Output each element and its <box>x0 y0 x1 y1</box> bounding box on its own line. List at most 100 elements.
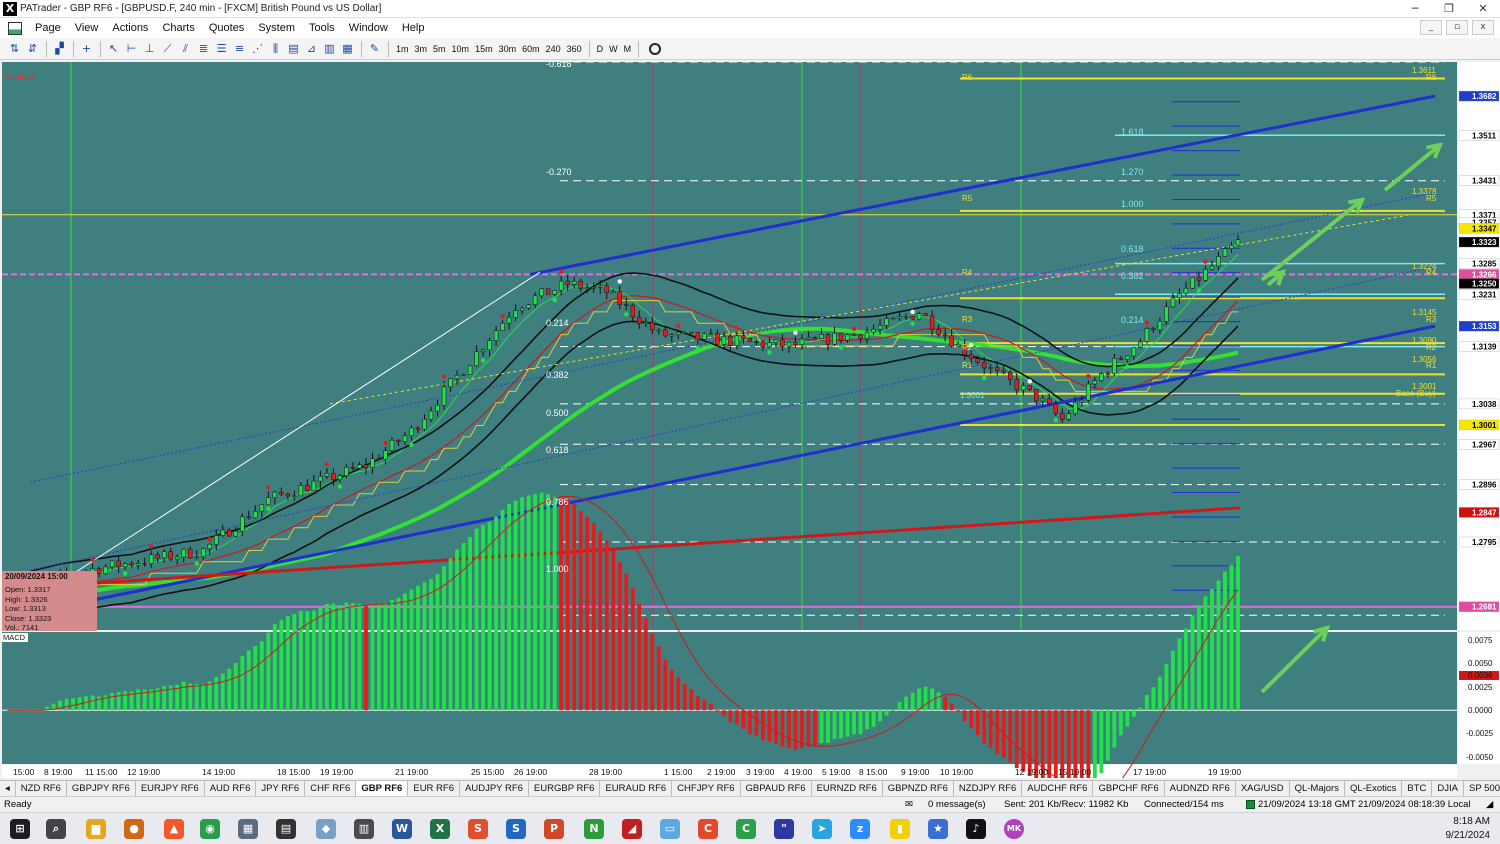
candle-body[interactable] <box>487 340 492 351</box>
candle-body[interactable] <box>702 333 707 340</box>
candle-body[interactable] <box>910 316 915 320</box>
status-messages[interactable]: 0 message(s) <box>928 797 986 813</box>
symbol-tab[interactable]: NZD RF6 <box>16 781 67 796</box>
candle-body[interactable] <box>1040 398 1045 402</box>
timeframe-360[interactable]: 360 <box>564 44 585 54</box>
candle-body[interactable] <box>1086 383 1091 401</box>
candle-body[interactable] <box>786 341 792 347</box>
symbol-tab[interactable]: AUDCHF RF6 <box>1022 781 1094 796</box>
timeframe-5m[interactable]: 5m <box>430 44 449 54</box>
candle-body[interactable] <box>357 464 362 469</box>
levels-icon[interactable]: ▤ <box>285 41 302 57</box>
candle-body[interactable] <box>1027 385 1032 390</box>
candle-body[interactable] <box>851 334 857 336</box>
timeframe-3m[interactable]: 3m <box>412 44 431 54</box>
pen-icon[interactable]: ✎ <box>366 41 383 57</box>
symbol-tab[interactable]: NZDJPY RF6 <box>954 781 1023 796</box>
candle-body[interactable] <box>1229 244 1234 249</box>
timeframe-daily[interactable]: D <box>594 44 607 54</box>
clock-icon[interactable] <box>649 42 662 55</box>
symbol-tab[interactable]: QL-Exotics <box>1345 781 1403 796</box>
candle-body[interactable] <box>832 332 837 345</box>
candle-body[interactable] <box>643 322 648 324</box>
candle-body[interactable] <box>995 367 1000 371</box>
candle-body[interactable] <box>1073 401 1078 414</box>
candle-body[interactable] <box>747 338 753 342</box>
text-icon[interactable]: ▦ <box>339 41 356 57</box>
favorites-icon[interactable]: ★ <box>928 819 948 839</box>
timeframe-15m[interactable]: 15m <box>472 44 496 54</box>
symbol-tab[interactable]: GBP RF6 <box>356 781 409 796</box>
symbol-tab[interactable]: QL-Majors <box>1290 781 1345 796</box>
candle-body[interactable] <box>890 317 896 320</box>
timeframe-30m[interactable]: 30m <box>496 44 520 54</box>
candle-body[interactable] <box>981 362 987 369</box>
candle-body[interactable] <box>1105 373 1111 375</box>
candle-body[interactable] <box>916 313 922 320</box>
close-button[interactable]: ✕ <box>1466 0 1500 18</box>
candle-body[interactable] <box>669 334 675 337</box>
candle-body[interactable] <box>630 304 635 318</box>
candle-body[interactable] <box>396 439 401 442</box>
candle-body[interactable] <box>279 491 284 495</box>
candle-body[interactable] <box>558 280 564 291</box>
candle-body[interactable] <box>975 358 980 363</box>
candle-body[interactable] <box>253 510 258 519</box>
mdi-close-button[interactable]: x <box>1472 20 1494 35</box>
candle-body[interactable] <box>571 280 577 285</box>
file-explorer-icon[interactable]: ▆ <box>86 819 106 839</box>
calculator-icon[interactable]: ▦ <box>238 819 258 839</box>
tiktok-icon[interactable]: ♪ <box>966 819 986 839</box>
app-icon-1[interactable]: ● <box>124 819 144 839</box>
candle-body[interactable] <box>656 329 661 332</box>
candle-body[interactable] <box>188 548 193 559</box>
candle-body[interactable] <box>858 334 863 339</box>
candle-body[interactable] <box>181 548 186 558</box>
candle-body[interactable] <box>1014 379 1019 391</box>
candle-body[interactable] <box>331 472 336 481</box>
symbol-tab[interactable]: EURNZD RF6 <box>812 781 883 796</box>
pivot-icon[interactable]: ≡ <box>231 41 248 57</box>
symbol-tab[interactable]: CHFJPY RF6 <box>672 781 741 796</box>
candle-body[interactable] <box>337 475 343 481</box>
candle-body[interactable] <box>194 556 199 559</box>
candle-body[interactable] <box>591 286 596 289</box>
candle-body[interactable] <box>1125 355 1130 360</box>
candle-body[interactable] <box>864 331 870 339</box>
candle-body[interactable] <box>298 485 304 497</box>
candle-body[interactable] <box>1034 388 1039 402</box>
menu-page[interactable]: Page <box>28 22 68 34</box>
candle-body[interactable] <box>1112 358 1117 374</box>
candle-body[interactable] <box>611 291 616 294</box>
candle-body[interactable] <box>506 317 512 324</box>
candle-body[interactable] <box>246 516 251 519</box>
order-icon[interactable]: ⇵ <box>24 41 41 57</box>
candle-body[interactable] <box>168 551 173 560</box>
candle-body[interactable] <box>663 329 668 337</box>
candle-body[interactable] <box>1190 277 1195 289</box>
candle-body[interactable] <box>565 280 570 285</box>
candle-body[interactable] <box>897 316 902 319</box>
candle-body[interactable] <box>1177 293 1182 299</box>
chart-icon[interactable]: ▞ <box>51 41 68 57</box>
candle-body[interactable] <box>760 341 766 348</box>
candle-body[interactable] <box>109 560 115 568</box>
candle-body[interactable] <box>1144 328 1150 342</box>
symbol-tab[interactable]: CHF RF6 <box>305 781 357 796</box>
candle-body[interactable] <box>376 458 382 461</box>
symbol-tab[interactable]: EUR RF6 <box>408 781 461 796</box>
candle-body[interactable] <box>929 315 935 330</box>
candle-body[interactable] <box>318 476 323 482</box>
candle-body[interactable] <box>402 435 408 442</box>
candle-body[interactable] <box>1157 321 1163 331</box>
chrome-icon[interactable]: ◉ <box>200 819 220 839</box>
candle-body[interactable] <box>806 337 811 340</box>
buy-sell-icon[interactable]: ⇅ <box>6 41 23 57</box>
candle-body[interactable] <box>227 529 232 537</box>
candle-body[interactable] <box>1203 269 1208 281</box>
candle-body[interactable] <box>604 285 609 294</box>
minimize-button[interactable]: ─ <box>1398 0 1432 18</box>
timeframe-240[interactable]: 240 <box>543 44 564 54</box>
candle-body[interactable] <box>135 563 141 566</box>
candle-body[interactable] <box>676 332 681 335</box>
